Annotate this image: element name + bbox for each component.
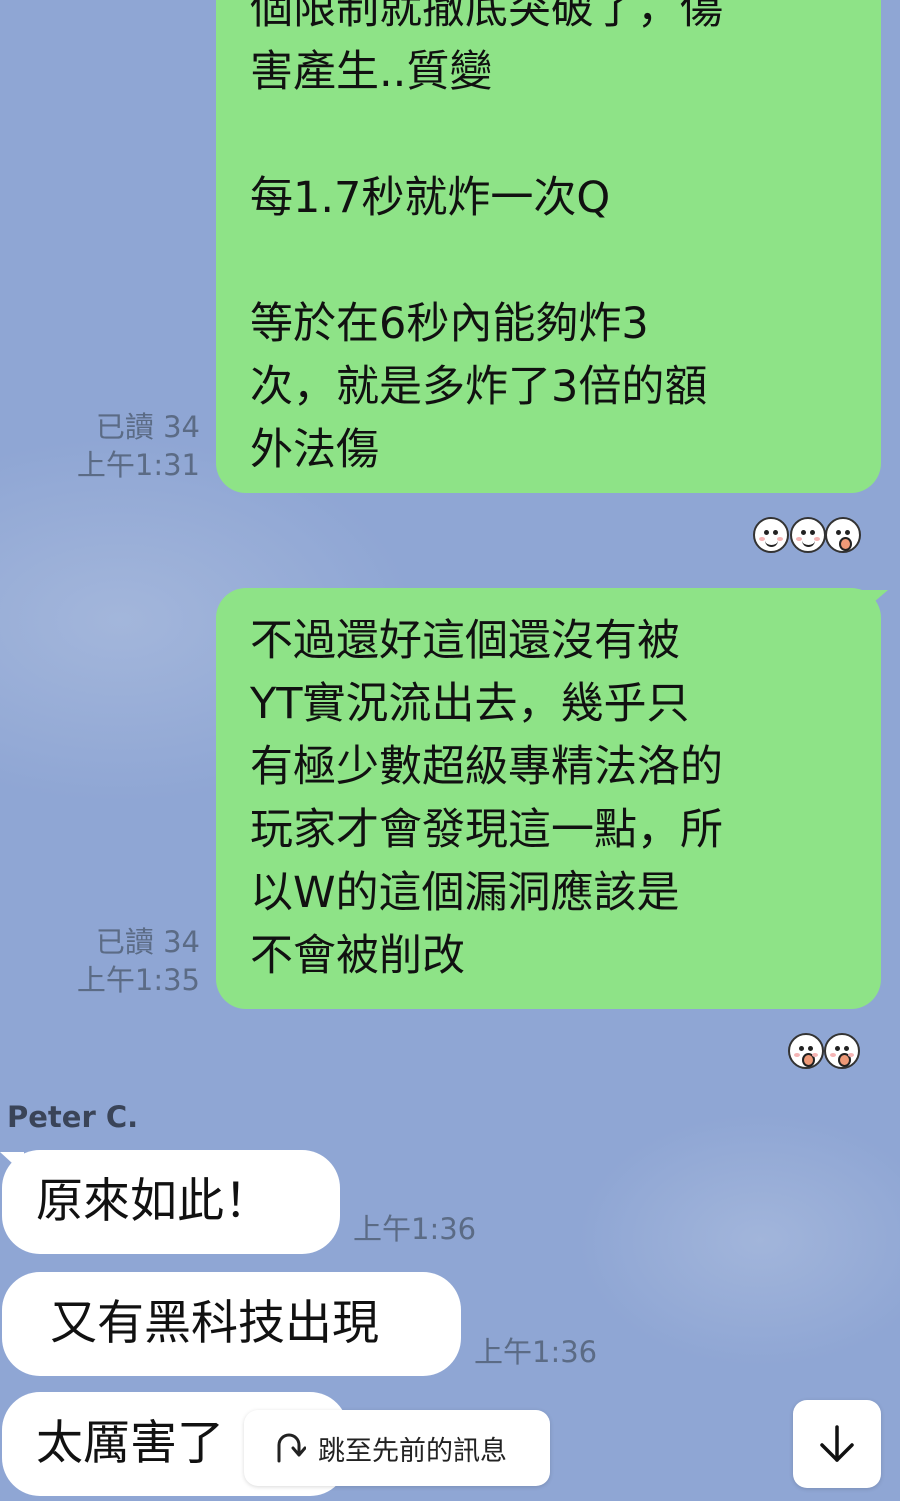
incoming-message-2[interactable]: 又有黑科技出現	[2, 1272, 461, 1376]
message-2-meta: 已讀 34 上午1:35	[40, 923, 200, 999]
incoming-message-1[interactable]: 原來如此！	[2, 1150, 340, 1254]
smile-face-icon	[790, 517, 826, 553]
arrow-down-icon	[820, 1425, 854, 1462]
scroll-to-bottom-button[interactable]	[793, 1400, 881, 1488]
message-time: 上午1:36	[474, 1335, 598, 1369]
read-receipt: 已讀 34	[95, 925, 200, 959]
message-1-meta: 已讀 34 上午1:31	[40, 408, 200, 484]
read-receipt: 已讀 34	[95, 410, 200, 444]
message-time: 上午1:31	[76, 448, 200, 482]
message-time: 上午1:36	[353, 1212, 477, 1246]
jump-to-previous-label: 跳至先前的訊息	[318, 1435, 507, 1467]
jump-to-previous-button[interactable]: 跳至先前的訊息	[244, 1410, 550, 1486]
outgoing-message-1[interactable]: 個限制就撤底突破了，傷 害產生..質變 每1.7秒就炸一次Q 等於在6秒內能夠炸…	[216, 0, 881, 493]
pleading-face-icon	[824, 1033, 860, 1069]
shocked-face-icon	[825, 517, 861, 553]
jump-back-icon	[277, 1433, 306, 1463]
sender-name[interactable]: Peter C.	[7, 1100, 138, 1134]
message-time: 上午1:35	[76, 963, 200, 997]
outgoing-message-2[interactable]: 不過還好這個還沒有被 YT實況流出去，幾乎只 有極少數超級專精法洛的 玩家才會發…	[216, 588, 881, 1009]
pleading-face-icon	[788, 1033, 824, 1069]
thumbs-up-face-icon	[753, 517, 789, 553]
